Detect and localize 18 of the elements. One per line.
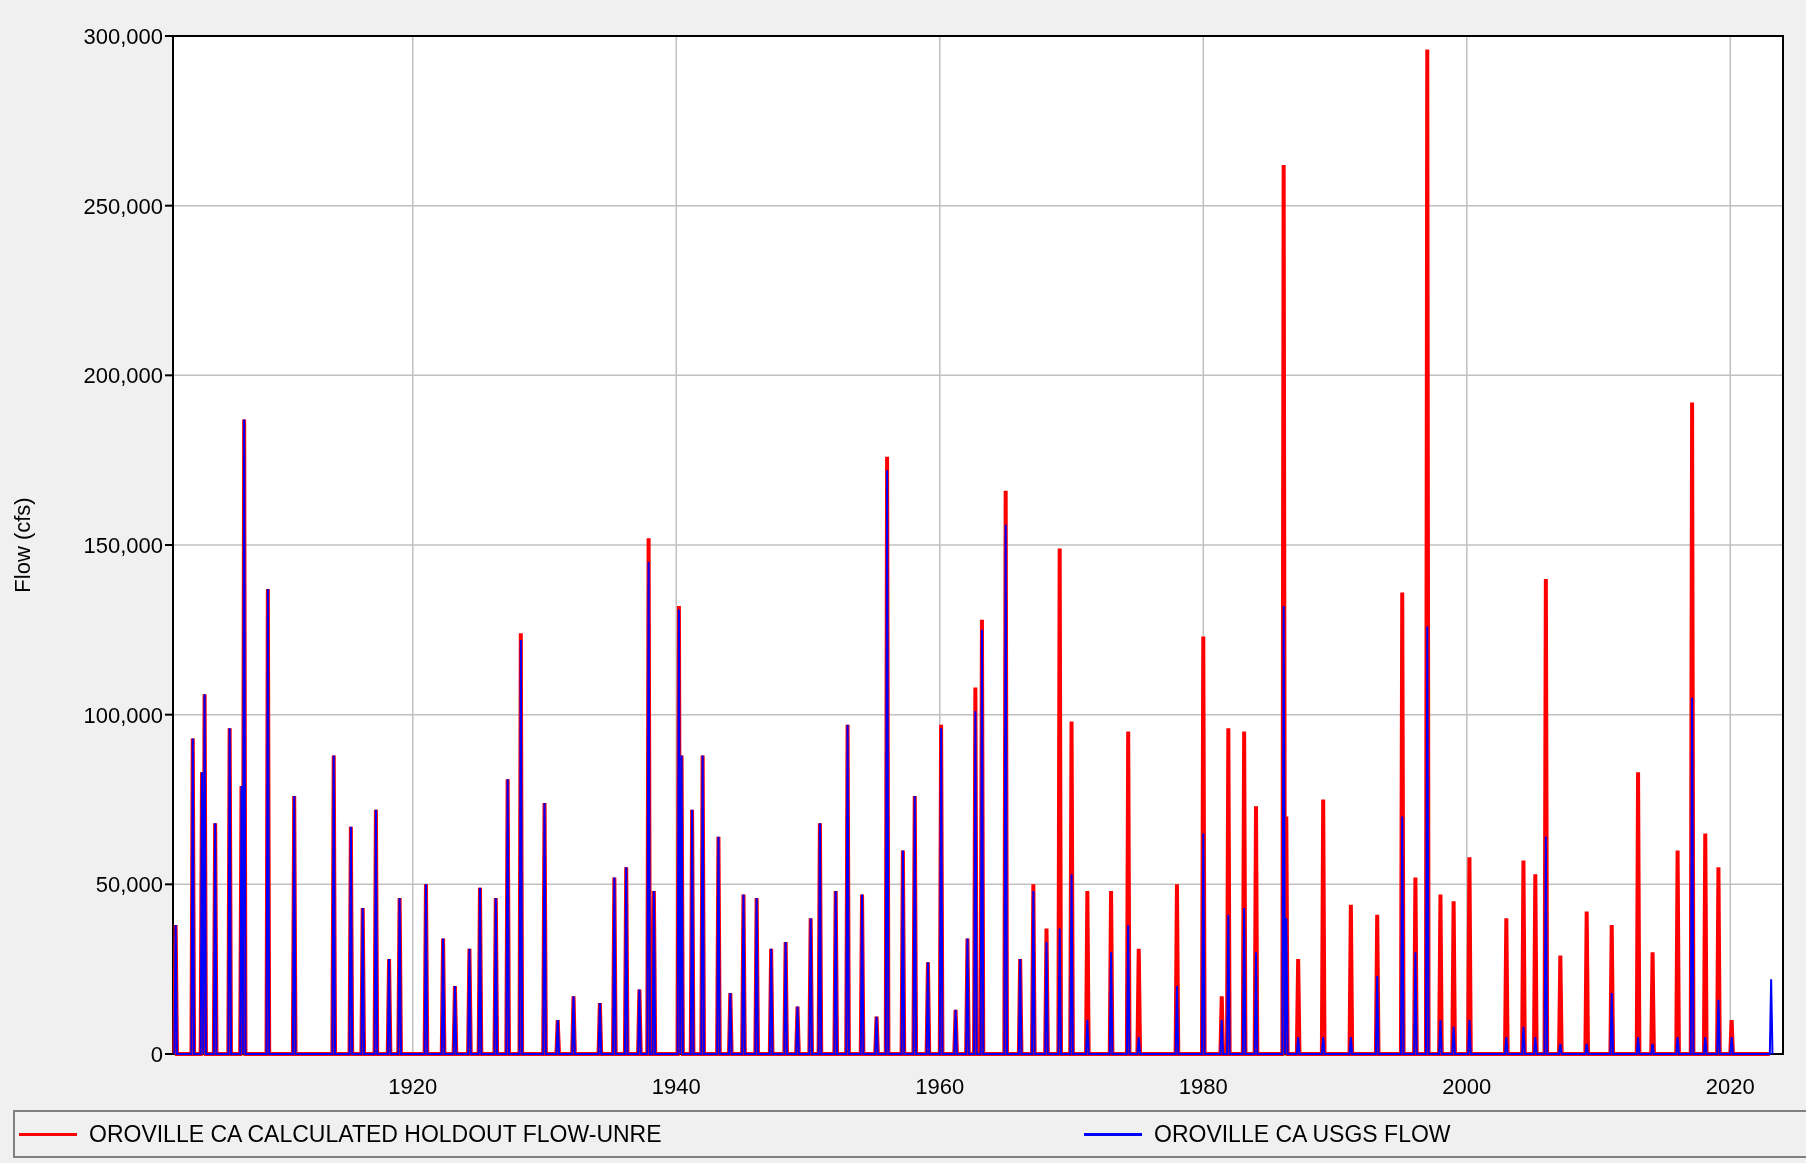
tick-label: 50,000 xyxy=(95,872,163,898)
tick-label: 100,000 xyxy=(83,702,163,728)
legend-swatch xyxy=(19,1132,77,1136)
legend-label: OROVILLE CA CALCULATED HOLDOUT FLOW-UNRE xyxy=(89,1120,662,1148)
axis-title: Flow (cfs) xyxy=(10,497,35,593)
tick-label: 300,000 xyxy=(83,24,163,49)
tick-label: 1920 xyxy=(388,1074,438,1099)
tick-label: 1940 xyxy=(651,1074,701,1099)
legend-swatch xyxy=(1084,1132,1142,1136)
legend-label: OROVILLE CA USGS FLOW xyxy=(1154,1120,1451,1148)
tick-label: 0 xyxy=(150,1042,163,1067)
tick-label: 1960 xyxy=(915,1074,965,1099)
tick-label: 1980 xyxy=(1178,1074,1228,1099)
tick-label: 200,000 xyxy=(83,363,163,389)
tick-label: 2000 xyxy=(1442,1074,1492,1099)
tick-label: 150,000 xyxy=(83,533,163,558)
tick-label: 250,000 xyxy=(83,193,163,219)
tick-label: 2020 xyxy=(1705,1074,1755,1099)
